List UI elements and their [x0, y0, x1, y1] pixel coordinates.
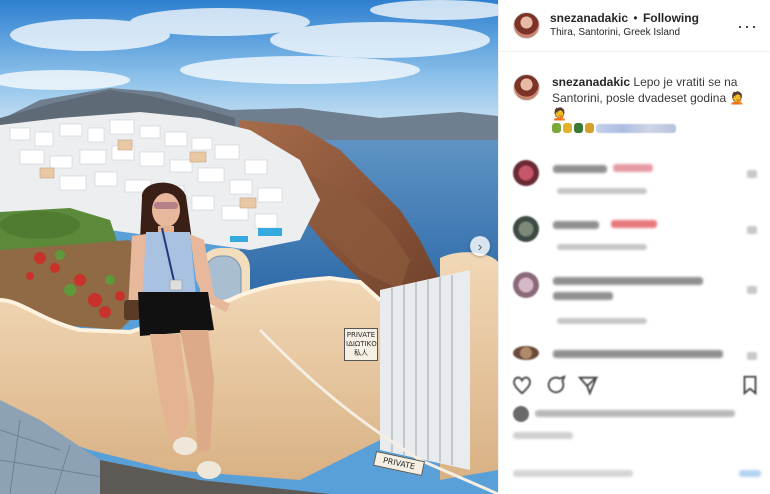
- emoji-blur-4: [585, 123, 594, 133]
- white-gate: [380, 270, 470, 470]
- comment-emoji-blur-2: [611, 220, 657, 228]
- comment-meta-blur-3: [557, 318, 647, 324]
- emoji-blur-3: [574, 123, 583, 133]
- location-link[interactable]: Thira, Santorini, Greek Island: [550, 26, 737, 40]
- emoji-blur-1: [552, 123, 561, 133]
- caption-blurred-tags: [596, 123, 676, 133]
- emoji-blur-2: [563, 123, 572, 133]
- comment-avatar-1[interactable]: [513, 160, 539, 186]
- avatar[interactable]: [513, 12, 540, 39]
- comment-like-icon-4[interactable]: [747, 352, 757, 360]
- comment-emoji-blur-1: [613, 164, 653, 172]
- header-separator: •: [633, 11, 638, 25]
- comment-icon[interactable]: [545, 374, 567, 396]
- comment-text-blur-3b: [553, 292, 613, 300]
- comment-meta-blur-2: [557, 244, 647, 250]
- post-date-blur: [513, 432, 573, 439]
- chevron-right-icon: ›: [477, 238, 483, 254]
- comment-item-1: [513, 160, 757, 200]
- action-bar: [511, 374, 761, 398]
- caption-username[interactable]: snezanadakic: [552, 75, 630, 89]
- comment-like-icon-3[interactable]: [747, 286, 757, 294]
- post-header: snezanadakic • Following Thira, Santorin…: [499, 0, 770, 52]
- santorini-photo-illustration: [0, 0, 498, 494]
- comment-item-2: [513, 216, 757, 256]
- bookmark-icon[interactable]: [739, 374, 761, 396]
- caption-body: snezanadakic Lepo je vratiti se na Santo…: [552, 74, 756, 133]
- comment-avatar-3[interactable]: [513, 272, 539, 298]
- caption-avatar[interactable]: [513, 74, 540, 101]
- private-sign-line-1: PRIVATE: [346, 331, 376, 339]
- comment-avatar-4[interactable]: [513, 346, 539, 360]
- comment-avatar-2[interactable]: [513, 216, 539, 242]
- likes-text-blur: [535, 410, 735, 417]
- comment-item-3: [513, 272, 757, 330]
- comment-item-4: [513, 346, 757, 366]
- comment-text-blur-4: [553, 350, 723, 358]
- header-text: snezanadakic • Following Thira, Santorin…: [550, 11, 737, 40]
- likes-avatar[interactable]: [513, 406, 529, 422]
- post-side-panel: snezanadakic • Following Thira, Santorin…: [498, 0, 770, 494]
- header-top-line: snezanadakic • Following: [550, 11, 737, 26]
- next-photo-button[interactable]: ›: [470, 236, 490, 256]
- private-sign: PRIVATE ΙΔΙΩΤΙΚΟ 私人: [344, 328, 378, 361]
- comment-text-blur-2: [553, 221, 599, 229]
- header-username[interactable]: snezanadakic: [550, 11, 628, 25]
- heart-icon[interactable]: [511, 374, 533, 396]
- more-horizontal-icon[interactable]: ···: [737, 17, 758, 35]
- comment-like-icon-2[interactable]: [747, 226, 757, 234]
- comment-text-blur-1: [553, 165, 607, 173]
- post-button-blur[interactable]: [739, 470, 761, 477]
- private-sign-line-3: 私人: [354, 349, 368, 357]
- private-sign-line-2: ΙΔΙΩΤΙΚΟ: [346, 340, 377, 348]
- following-button[interactable]: Following: [643, 11, 699, 25]
- comment-text-blur-3a: [553, 277, 703, 285]
- comment-like-icon-1[interactable]: [747, 170, 757, 178]
- caption-emoji-row: [552, 123, 756, 133]
- post-photo[interactable]: PRIVATE ΙΔΙΩΤΙΚΟ 私人 PRIVATE ›: [0, 0, 498, 494]
- share-icon[interactable]: [577, 374, 599, 396]
- caption: snezanadakic Lepo je vratiti se na Santo…: [499, 52, 770, 133]
- comment-meta-blur-1: [557, 188, 647, 194]
- add-comment-blur[interactable]: [513, 470, 633, 477]
